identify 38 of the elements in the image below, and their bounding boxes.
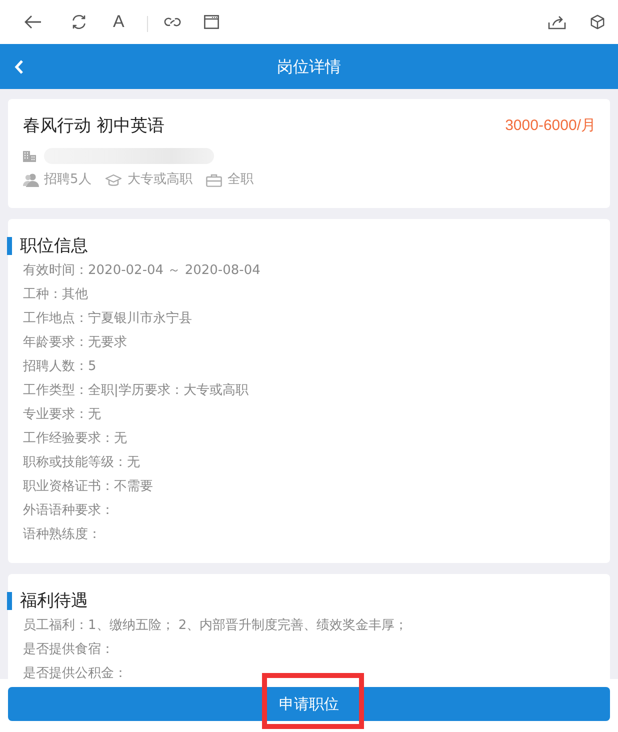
job-tag-text: 大专或高职 (127, 171, 192, 189)
back-arrow-icon[interactable] (24, 15, 42, 29)
info-line: 招聘人数：5 (23, 358, 96, 376)
section-marker-icon (7, 592, 12, 610)
info-line: 专业要求：无 (23, 406, 101, 424)
job-tag-text: 招聘5人 (44, 171, 92, 189)
link-icon[interactable] (164, 16, 181, 28)
info-line: 职业资格证书：不需要 (23, 478, 153, 496)
apply-button[interactable]: 申请职位 (8, 687, 610, 721)
refresh-icon[interactable] (71, 14, 87, 30)
job-tag-text: 全职 (227, 171, 254, 189)
share-icon[interactable] (548, 14, 566, 30)
info-line: 是否提供公积金： (23, 665, 127, 679)
page-title: 岗位详情 (277, 56, 341, 78)
back-chevron-icon[interactable] (14, 59, 24, 75)
people-icon (23, 173, 39, 187)
section-title: 职位信息 (20, 235, 88, 257)
text-size-button[interactable]: A (113, 12, 124, 32)
graduation-cap-icon (105, 174, 122, 186)
info-line: 工作地点：宁夏银川市永宁县 (23, 310, 192, 328)
info-line: 年龄要求：无要求 (23, 334, 127, 352)
info-line: 职称或技能等级：无 (23, 454, 140, 472)
section-title: 福利待遇 (20, 590, 88, 612)
info-line: 员工福利：1、缴纳五险； 2、内部晋升制度完善、绩效奖金丰厚； (23, 617, 408, 635)
cube-icon[interactable] (590, 14, 605, 30)
info-line: 工作类型：全职|学历要求：大专或高职 (23, 382, 248, 400)
salary-text: 3000-6000/月 (505, 116, 596, 136)
browser-window-icon[interactable] (204, 15, 219, 29)
briefcase-icon (206, 174, 222, 186)
info-line: 外语语种要求： (23, 502, 114, 520)
section-marker-icon (7, 237, 12, 255)
info-line: 工种：其他 (23, 286, 88, 304)
info-line: 工作经验要求：无 (23, 430, 127, 448)
info-line: 语种熟练度： (23, 526, 101, 544)
job-title: 春风行动 初中英语 (23, 115, 164, 137)
building-icon (23, 150, 36, 162)
info-line: 是否提供食宿： (23, 641, 114, 659)
info-line: 有效时间：2020-02-04 ～ 2020-08-04 (23, 262, 260, 280)
